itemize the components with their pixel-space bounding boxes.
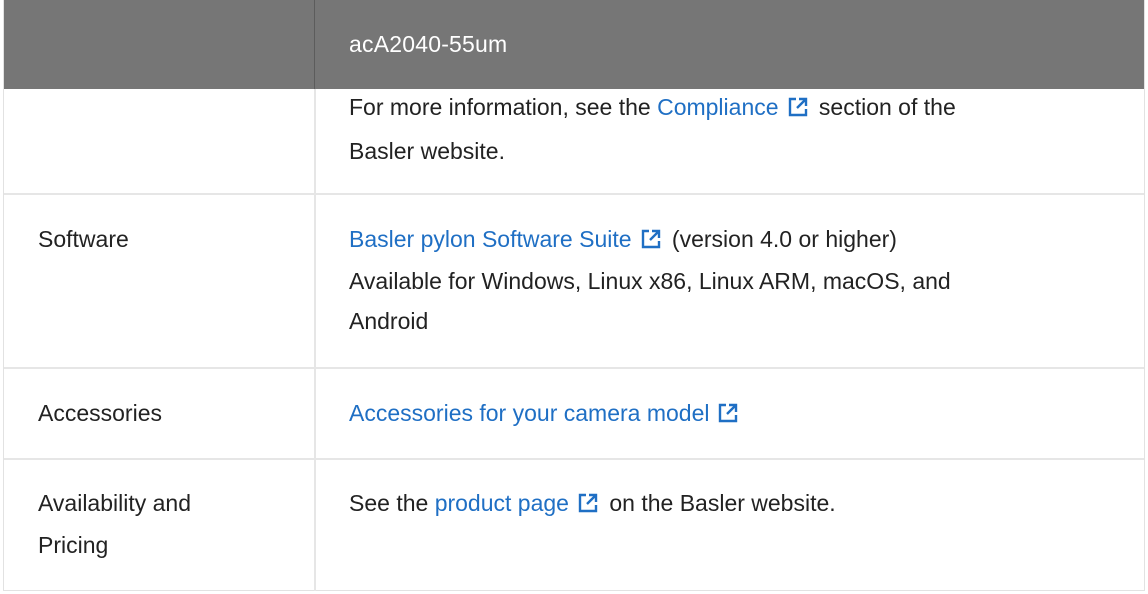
table-header: acA2040-55um <box>4 0 1144 89</box>
software-version-text: (version 4.0 or higher) <box>665 226 897 252</box>
availability-label: Availability and <box>38 490 192 516</box>
row-divider <box>4 458 1144 460</box>
availability-text-before: See the <box>349 490 435 516</box>
accessories-link[interactable]: Accessories for your camera model <box>349 400 743 426</box>
compliance-text-before: For more information, see the <box>349 94 658 120</box>
compliance-info-line2: Basler website. <box>349 138 505 164</box>
compliance-link[interactable]: Compliance <box>657 94 812 120</box>
software-platforms-line3: Android <box>349 308 429 334</box>
row-divider <box>4 193 1144 195</box>
column-divider <box>314 89 316 591</box>
product-page-link[interactable]: product page <box>435 490 603 516</box>
external-link-icon <box>717 402 739 424</box>
compliance-link-label: Compliance <box>657 94 779 120</box>
model-header: acA2040-55um <box>349 31 508 57</box>
software-platforms: Available for Windows, Linux x86, Linux … <box>349 268 951 294</box>
accessories-value: Accessories for your camera model <box>349 392 1109 434</box>
availability-value: See the product page on the Basler websi… <box>349 482 1109 524</box>
header-divider <box>314 0 315 89</box>
pylon-suite-link-label: Basler pylon Software Suite <box>349 226 632 252</box>
external-link-icon <box>577 492 599 514</box>
spec-table: acA2040-55um For more information, see t… <box>3 0 1145 591</box>
accessories-label: Accessories <box>38 400 162 426</box>
product-page-link-label: product page <box>434 490 569 516</box>
software-value: Basler pylon Software Suite (version 4.0… <box>349 218 1109 260</box>
accessories-link-label: Accessories for your camera model <box>349 400 710 426</box>
software-label: Software <box>38 226 129 252</box>
external-link-icon <box>787 96 809 118</box>
external-link-icon <box>640 228 662 250</box>
availability-label-line2: Pricing <box>38 532 109 558</box>
availability-text-after: on the Basler website. <box>602 490 836 516</box>
pylon-suite-link[interactable]: Basler pylon Software Suite <box>349 226 666 252</box>
compliance-text-after: section of the <box>812 94 956 120</box>
compliance-info: For more information, see the Compliance… <box>349 86 1109 128</box>
row-divider <box>4 367 1144 369</box>
